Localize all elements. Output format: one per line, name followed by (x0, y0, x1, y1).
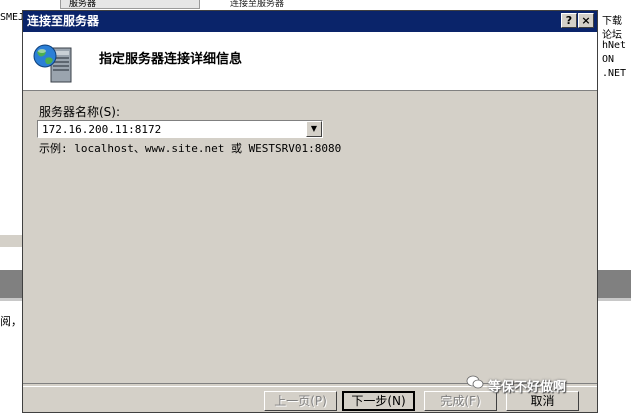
finish-button[interactable]: 完成(F) (424, 391, 497, 411)
close-button[interactable]: × (578, 13, 594, 28)
prev-button[interactable]: 上一页(P) (264, 391, 337, 411)
background-tab-2: 连接至服务器 (230, 0, 285, 9)
help-button[interactable]: ? (561, 13, 577, 28)
background-right-line: 论坛 (602, 30, 622, 41)
background-right-line: 下载 (602, 16, 622, 27)
background-right-line: ON (602, 54, 615, 65)
example-text: 示例: localhost、www.site.net 或 WESTSRV01:8… (39, 142, 342, 155)
server-name-input[interactable] (40, 121, 306, 137)
page-title: 指定服务器连接详细信息 (99, 52, 243, 67)
server-name-label: 服务器名称(S): (39, 105, 121, 119)
background-right-line: .NET (602, 68, 627, 79)
wechat-icon (466, 375, 484, 389)
background-right-panel: 下载 论坛 hNet ON .NET (598, 0, 631, 413)
background-right-line: hNet (602, 40, 627, 51)
next-button[interactable]: 下一步(N) (342, 391, 415, 411)
dialog-titlebar[interactable]: 连接至服务器 ? × (23, 11, 597, 32)
dialog-body: 服务器名称(S): ▼ 示例: localhost、www.site.net 或… (23, 91, 597, 386)
background-left-panel: SMEJ (0, 0, 25, 413)
server-name-combobox[interactable]: ▼ (37, 120, 323, 138)
connect-server-dialog: 连接至服务器 ? × 指定服务器连接详细信息 服务器名称(S): ▼ 示例: l… (22, 10, 598, 413)
dialog-title: 连接至服务器 (27, 14, 100, 28)
watermark-text: 等保不好做啊 (488, 380, 567, 395)
background-tab: 服务器 (60, 0, 200, 9)
background-left-fragment: SMEJ (0, 12, 25, 23)
server-globe-icon (33, 44, 72, 83)
chevron-down-icon[interactable]: ▼ (306, 121, 322, 137)
background-gray-strip (0, 235, 22, 247)
dialog-header: 指定服务器连接详细信息 (23, 32, 597, 91)
